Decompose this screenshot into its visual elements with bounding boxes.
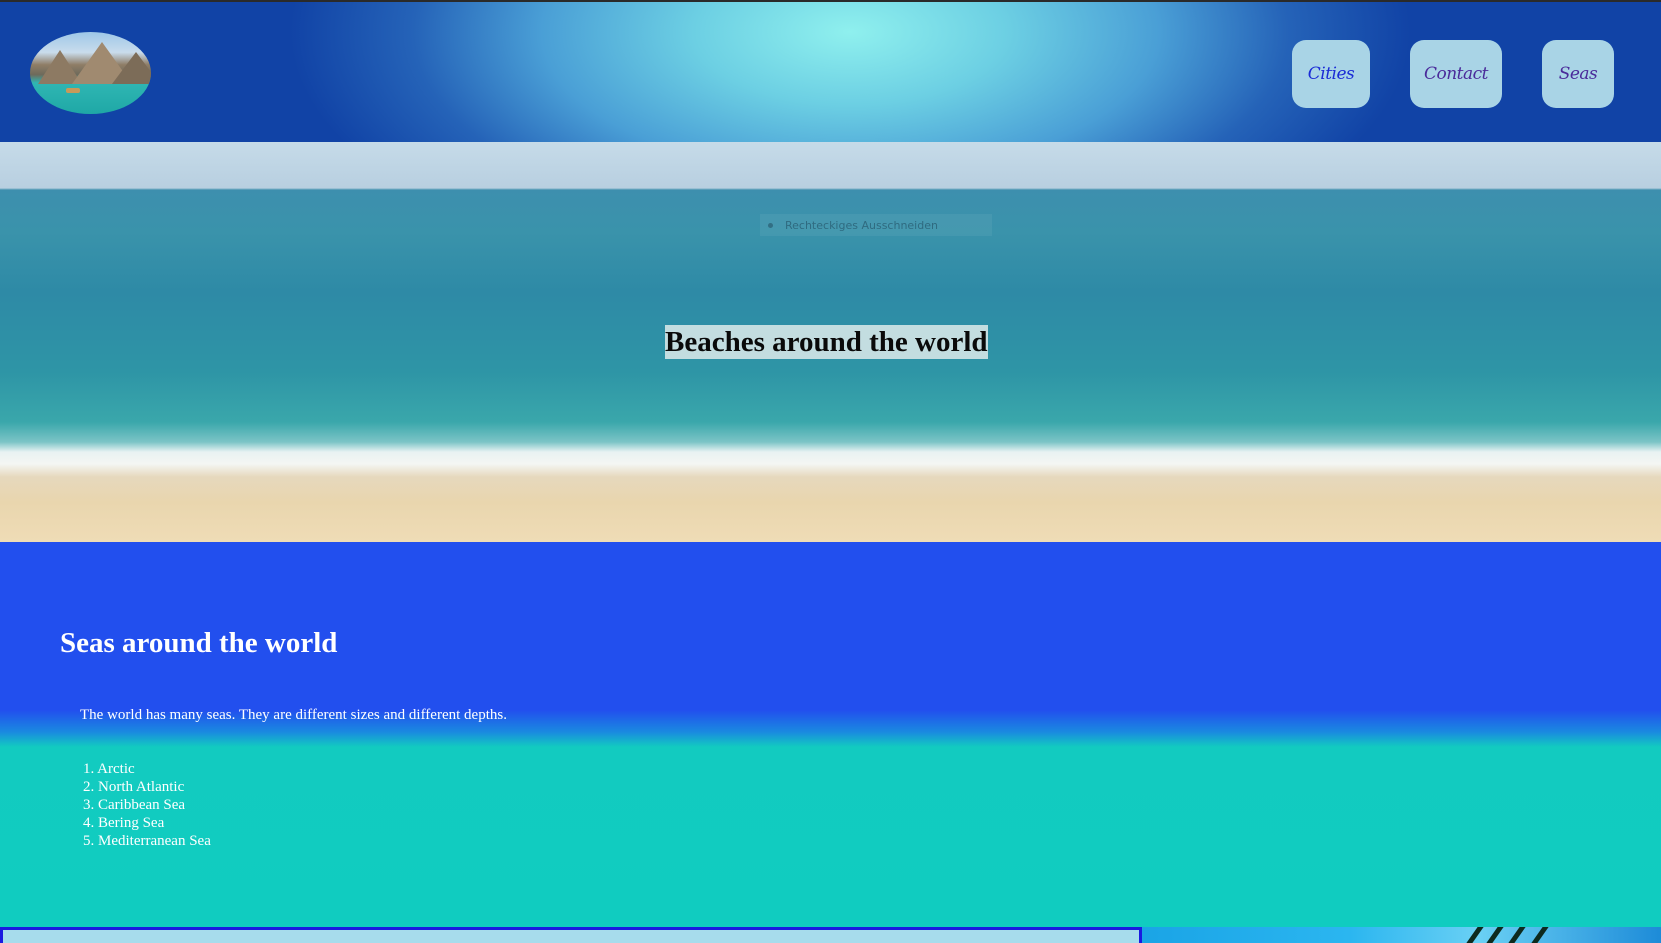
bottom-panel-left [0, 927, 1142, 943]
list-item: 3. Caribbean Sea [83, 797, 186, 813]
list-item: 1. Arctic [83, 761, 135, 777]
nav-contact-button[interactable]: Contact [1410, 40, 1502, 108]
boat-shape [66, 88, 80, 93]
list-item: 4. Bering Sea [83, 815, 165, 831]
snip-tooltip-label: Rechteckiges Ausschneiden [785, 218, 938, 232]
list-item: 5. Mediterranean Sea [83, 833, 211, 849]
logo-lake-image[interactable] [30, 32, 151, 114]
snip-tooltip: Rechteckiges Ausschneiden [760, 214, 992, 236]
nav-seas-button[interactable]: Seas [1542, 40, 1614, 108]
snip-dot-icon [768, 222, 773, 228]
seas-intro-text: The world has many seas. They are differ… [80, 707, 507, 723]
mountain-shape [112, 52, 151, 84]
seas-list: 1. Arctic 2. North Atlantic 3. Caribbean… [83, 760, 211, 850]
palm-leaf-shape [1486, 927, 1504, 943]
seas-section: Seas around the world The world has many… [0, 542, 1661, 927]
hero-title: Beaches around the world [665, 325, 988, 359]
site-header: Cities Contact Seas [0, 0, 1661, 142]
nav-cities-button[interactable]: Cities [1292, 40, 1370, 108]
bottom-palm-image [1142, 927, 1661, 943]
list-item: 2. North Atlantic [83, 779, 185, 795]
palm-leaf-shape [1531, 927, 1549, 943]
palm-leaf-shape [1466, 927, 1484, 943]
palm-leaf-shape [1508, 927, 1526, 943]
hero-beach-banner: Rechteckiges Ausschneiden Beaches around… [0, 142, 1661, 542]
seas-heading: Seas around the world [60, 627, 338, 659]
